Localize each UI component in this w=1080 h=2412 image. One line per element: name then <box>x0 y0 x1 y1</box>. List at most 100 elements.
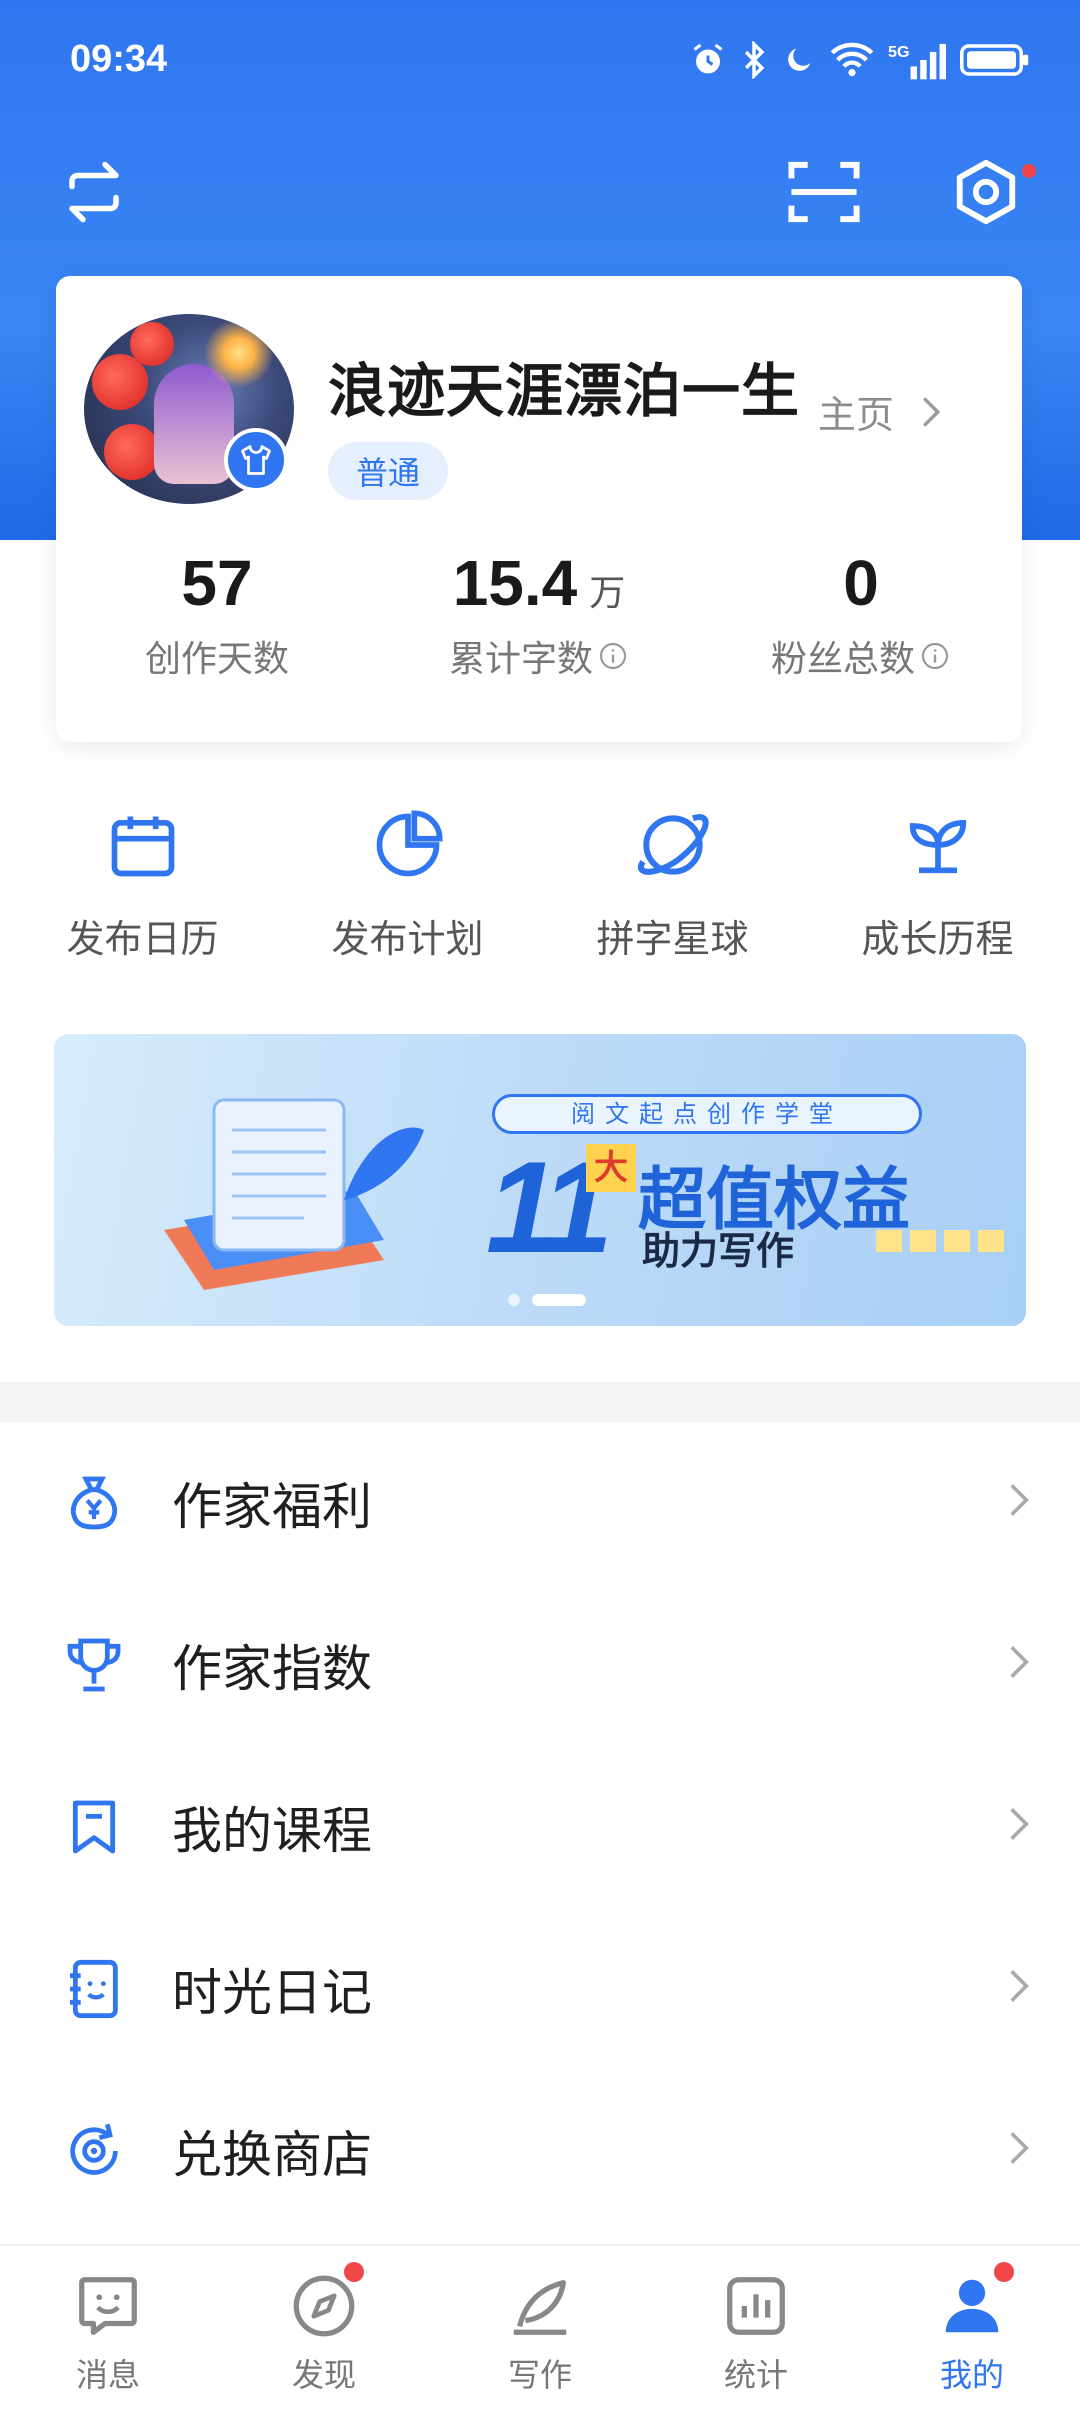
nav-label: 统计 <box>723 2356 788 2394</box>
nav-item-stats[interactable]: 统计 <box>648 2246 864 2412</box>
money-bag-icon <box>70 1476 118 1530</box>
bluetooth-icon <box>744 41 765 79</box>
stat-value: 15.4 <box>452 547 578 619</box>
signal-5g-icon: 5G <box>888 43 946 80</box>
quick-actions: 发布日历 发布计划 拼字星球 成长历程 <box>0 800 1080 963</box>
stat-creation-days[interactable]: 57 创作天数 <box>56 546 378 682</box>
chevron-right-icon <box>1010 1808 1029 1840</box>
bottom-nav: 消息 发现 写作 统计 我的 <box>0 2244 1080 2412</box>
settings-badge <box>1022 164 1036 178</box>
quick-action-publish-calendar[interactable]: 发布日历 <box>23 800 263 963</box>
chevron-right-icon <box>1010 1970 1029 2002</box>
chevron-right-icon <box>1010 1484 1029 1516</box>
level-badge: 普通 <box>328 442 449 500</box>
settings-button[interactable] <box>946 152 1036 232</box>
menu-item-my-courses[interactable]: 我的课程 <box>0 1746 1080 1908</box>
menu-item-writer-index[interactable]: 作家指数 <box>0 1584 1080 1746</box>
planet-icon <box>637 814 709 875</box>
wifi-icon <box>830 42 874 77</box>
info-icon[interactable] <box>597 640 629 672</box>
nav-label: 消息 <box>75 2356 140 2394</box>
stat-label: 累计字数 <box>448 639 593 680</box>
stat-unit: 万 <box>589 573 626 614</box>
nav-item-write[interactable]: 写作 <box>432 2246 648 2412</box>
nav-item-me[interactable]: 我的 <box>864 2246 1080 2412</box>
promo-banner[interactable]: 阅文起点创作学堂 11 大 超值权益 助力写作 <box>54 1034 1026 1326</box>
stat-label: 粉丝总数 <box>770 639 915 680</box>
sprout-icon <box>909 819 966 874</box>
exchange-icon <box>70 2123 118 2175</box>
homepage-label: 主页 <box>818 393 895 437</box>
banner-subtitle: 阅文起点创作学堂 <box>492 1094 922 1134</box>
switch-account-button[interactable] <box>54 152 134 232</box>
nav-badge <box>994 2262 1014 2282</box>
chevron-right-icon <box>1010 2132 1029 2164</box>
profile-card: 浪迹天涯漂泊一生 主页 普通 57 创作天数 15.4 万 累计字数 0 粉丝总数 <box>56 276 1022 742</box>
quick-action-label: 发布计划 <box>331 917 484 961</box>
stats-icon <box>727 2277 785 2335</box>
status-icons: 5G <box>690 40 1030 80</box>
scroll-illustration <box>164 1098 424 1290</box>
banner-da-label: 大 <box>586 1144 636 1192</box>
switch-icon <box>69 161 119 223</box>
pager-dot[interactable] <box>508 1294 520 1306</box>
info-icon[interactable] <box>919 640 951 672</box>
menu-item-time-diary[interactable]: 时光日记 <box>0 1908 1080 2070</box>
avatar-badge <box>224 428 288 492</box>
menu-item-exchange-store[interactable]: 兑换商店 <box>0 2070 1080 2232</box>
nav-label: 写作 <box>507 2356 572 2394</box>
menu-item-label: 作家指数 <box>172 1640 372 1698</box>
banner-pager <box>508 1294 586 1306</box>
moon-icon <box>788 48 811 71</box>
calendar-icon <box>111 816 174 877</box>
stat-total-words[interactable]: 15.4 万 累计字数 <box>378 546 700 682</box>
pie-chart-icon <box>376 810 443 877</box>
menu-item-writer-benefits[interactable]: 作家福利 <box>0 1422 1080 1584</box>
nav-label: 发现 <box>291 2356 356 2394</box>
scan-button[interactable] <box>784 152 864 232</box>
settings-icon <box>956 159 1016 225</box>
status-bar: 09:34 5G <box>0 0 1080 120</box>
quick-action-label: 发布日历 <box>66 917 219 961</box>
trophy-icon <box>67 1638 121 1692</box>
menu-item-label: 我的课程 <box>172 1802 372 1860</box>
banner-decoration <box>876 1230 1004 1252</box>
bookmark-icon <box>72 1800 116 1854</box>
menu-item-label: 兑换商店 <box>172 2126 372 2184</box>
stat-fans[interactable]: 0 粉丝总数 <box>700 546 1022 682</box>
nav-item-messages[interactable]: 消息 <box>0 2246 216 2412</box>
quick-action-growth[interactable]: 成长历程 <box>818 800 1058 963</box>
person-icon <box>945 2279 999 2333</box>
quick-action-planet[interactable]: 拼字星球 <box>553 800 793 963</box>
nav-item-discover[interactable]: 发现 <box>216 2246 432 2412</box>
quick-action-label: 成长历程 <box>861 917 1014 961</box>
battery-icon <box>960 44 1029 76</box>
stat-value: 57 <box>181 547 253 619</box>
stat-label: 创作天数 <box>144 639 289 680</box>
alarm-icon <box>693 43 723 74</box>
menu-item-label: 作家福利 <box>172 1478 372 1536</box>
stat-value: 0 <box>843 547 879 619</box>
quick-action-publish-plan[interactable]: 发布计划 <box>288 800 528 963</box>
profile-name: 浪迹天涯漂泊一生 <box>328 357 801 425</box>
menu-item-label: 时光日记 <box>172 1964 372 2022</box>
nav-label: 我的 <box>939 2356 1004 2394</box>
scan-icon <box>788 161 860 223</box>
pager-dot-active[interactable] <box>532 1294 586 1306</box>
message-icon <box>79 2277 137 2335</box>
status-time: 09:34 <box>70 38 168 80</box>
menu-list: 作家福利 作家指数 我的课程 时光日记 兑换商店 <box>0 1422 1080 2232</box>
tshirt-icon <box>241 445 271 475</box>
chevron-right-icon <box>1010 1646 1029 1678</box>
stats-row: 57 创作天数 15.4 万 累计字数 0 粉丝总数 <box>56 546 1022 682</box>
svg-text:5G: 5G <box>888 43 910 61</box>
nav-badge <box>344 2262 364 2282</box>
section-divider <box>0 1382 1080 1422</box>
pen-icon <box>513 2280 567 2335</box>
homepage-link[interactable]: 主页 <box>818 384 942 439</box>
quick-action-label: 拼字星球 <box>596 917 749 961</box>
banner-tagline: 助力写作 <box>642 1229 795 1273</box>
chevron-right-icon <box>923 396 941 427</box>
compass-icon <box>293 2275 355 2337</box>
diary-icon <box>70 1959 118 2019</box>
